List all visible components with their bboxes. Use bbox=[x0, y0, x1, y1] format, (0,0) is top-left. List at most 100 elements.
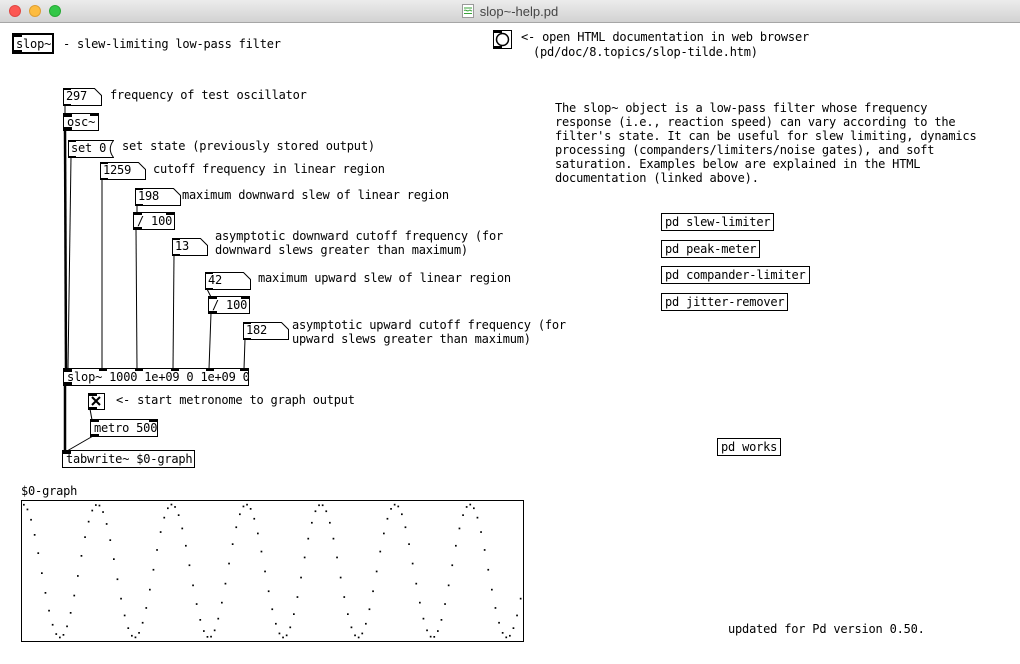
comment-upward-asymptotic-label: asymptotic upward cutoff frequency (for … bbox=[292, 318, 566, 346]
number-downward-asymptotic-label: 13 bbox=[175, 239, 189, 253]
comment-open-html-docs-label: <- open HTML documentation in web browse… bbox=[521, 30, 809, 44]
subpatch-compander-limiter[interactable]: pd compander-limiter bbox=[661, 266, 810, 284]
outlet-nub bbox=[68, 156, 76, 158]
outlet-nub bbox=[135, 204, 143, 206]
number-max-downward-slew-label: 198 bbox=[138, 189, 159, 203]
outlet-nub bbox=[243, 338, 251, 340]
inlet-nub bbox=[63, 88, 71, 90]
inlet-nub bbox=[206, 369, 214, 371]
inlet-nub bbox=[205, 272, 213, 274]
object-div-100-b[interactable]: / 100 bbox=[208, 296, 250, 314]
object-metro[interactable]: metro 500 bbox=[90, 419, 158, 437]
comment-graph-name-label: $0-graph bbox=[21, 484, 77, 498]
slop-title-object-box-label: slop~ bbox=[16, 37, 51, 51]
object-osc[interactable]: osc~ bbox=[63, 113, 99, 131]
inlet-nub bbox=[243, 322, 251, 324]
subpatch-peak-meter[interactable]: pd peak-meter bbox=[661, 240, 760, 258]
waveform-plot bbox=[22, 501, 523, 641]
comment-test-osc-frequency-label: frequency of test oscillator bbox=[110, 88, 307, 102]
message-set-0[interactable]: set 0 bbox=[68, 140, 114, 158]
number-upward-asymptotic-label: 182 bbox=[246, 323, 267, 337]
comment-upward-asymptotic: asymptotic upward cutoff frequency (for … bbox=[292, 318, 566, 346]
inlet-nub bbox=[240, 369, 248, 371]
object-tabwrite-label: tabwrite~ $0-graph bbox=[66, 452, 192, 466]
subpatch-slew-limiter[interactable]: pd slew-limiter bbox=[661, 213, 774, 231]
inlet-nub bbox=[64, 369, 72, 372]
inlet-nub bbox=[172, 238, 180, 240]
outlet-nub bbox=[134, 227, 142, 229]
message-cord bbox=[136, 229, 137, 369]
comment-cutoff-frequency-label: cutoff frequency in linear region bbox=[153, 162, 385, 176]
comment-doc-path-label: (pd/doc/8.topics/slop-tilde.htm) bbox=[533, 45, 758, 59]
outlet-nub bbox=[89, 407, 97, 409]
comment-set-state: set state (previously stored output) bbox=[122, 139, 375, 153]
inlet-nub bbox=[209, 297, 217, 299]
toggle-start-metronome[interactable] bbox=[88, 393, 105, 410]
inlet-nub bbox=[241, 297, 249, 299]
comment-slew-limiting-label: - slew-limiting low-pass filter bbox=[63, 37, 281, 51]
object-div-100-b-label: / 100 bbox=[212, 298, 247, 312]
outlet-nub bbox=[172, 254, 180, 256]
inlet-nub bbox=[99, 369, 107, 371]
inlet-nub bbox=[100, 162, 108, 164]
message-set-0-label: set 0 bbox=[71, 141, 106, 155]
signal-cord bbox=[65, 130, 66, 369]
comment-slew-limiting: - slew-limiting low-pass filter bbox=[63, 37, 281, 51]
outlet-nub bbox=[14, 50, 22, 52]
object-slop-label: slop~ 1000 1e+09 0 1e+09 0 bbox=[67, 370, 250, 384]
subpatch-jitter-remover[interactable]: pd jitter-remover bbox=[661, 293, 788, 311]
number-downward-asymptotic[interactable]: 13 bbox=[172, 238, 208, 256]
inlet-nub bbox=[149, 420, 157, 422]
subpatch-works-label: pd works bbox=[721, 440, 777, 454]
inlet-nub bbox=[134, 213, 142, 215]
message-cord bbox=[244, 339, 245, 369]
number-upward-asymptotic[interactable]: 182 bbox=[243, 322, 289, 340]
comment-test-osc-frequency: frequency of test oscillator bbox=[110, 88, 307, 102]
comment-version-label: updated for Pd version 0.50. bbox=[728, 622, 925, 636]
object-tabwrite[interactable]: tabwrite~ $0-graph bbox=[62, 450, 195, 468]
subpatch-works[interactable]: pd works bbox=[717, 438, 781, 456]
subpatch-jitter-remover-label: pd jitter-remover bbox=[665, 295, 784, 309]
number-cutoff-frequency[interactable]: 1259 bbox=[100, 162, 146, 180]
comment-start-metronome-label: <- start metronome to graph output bbox=[116, 393, 355, 407]
inlet-nub bbox=[91, 420, 99, 422]
inlet-nub bbox=[171, 369, 179, 371]
comment-max-downward-slew-label: maximum downward slew of linear region bbox=[182, 188, 449, 202]
object-slop[interactable]: slop~ 1000 1e+09 0 1e+09 0 bbox=[63, 368, 249, 386]
titlebar: slop~-help.pd bbox=[0, 0, 1020, 23]
outlet-nub bbox=[64, 127, 72, 130]
outlet-nub bbox=[494, 46, 502, 48]
outlet-nub bbox=[209, 311, 217, 313]
number-test-osc-frequency[interactable]: 297 bbox=[63, 88, 102, 106]
number-cutoff-frequency-label: 1259 bbox=[103, 163, 131, 177]
patch-canvas: slop~ - slew-limiting low-pass filter <- o… bbox=[0, 0, 1020, 664]
comment-doc-path: (pd/doc/8.topics/slop-tilde.htm) bbox=[533, 45, 758, 59]
comment-graph-name: $0-graph bbox=[21, 484, 77, 498]
slop-title-object-box[interactable]: slop~ bbox=[12, 33, 54, 54]
comment-description: The slop~ object is a low-pass filter wh… bbox=[555, 101, 976, 185]
comment-start-metronome: <- start metronome to graph output bbox=[116, 393, 355, 407]
comment-downward-asymptotic-label: asymptotic downward cutoff frequency (fo… bbox=[215, 229, 503, 257]
message-cord bbox=[67, 436, 93, 451]
outlet-nub bbox=[63, 104, 71, 106]
inlet-nub bbox=[14, 35, 22, 37]
number-max-upward-slew[interactable]: 42 bbox=[205, 272, 251, 290]
window-title: slop~-help.pd bbox=[480, 4, 558, 19]
object-div-100-a[interactable]: / 100 bbox=[133, 212, 175, 230]
comment-max-upward-slew-label: maximum upward slew of linear region bbox=[258, 271, 511, 285]
inlet-nub bbox=[494, 31, 502, 33]
inlet-nub bbox=[90, 114, 98, 116]
pd-file-icon bbox=[462, 4, 474, 18]
inlet-nub bbox=[135, 188, 143, 190]
subpatch-compander-limiter-label: pd compander-limiter bbox=[665, 268, 806, 282]
open-docs-bang[interactable] bbox=[493, 30, 512, 49]
inlet-nub bbox=[89, 394, 97, 396]
object-metro-label: metro 500 bbox=[94, 421, 157, 435]
object-div-100-a-label: / 100 bbox=[137, 214, 172, 228]
outlet-nub bbox=[91, 434, 99, 436]
inlet-nub bbox=[64, 114, 72, 117]
subpatch-slew-limiter-label: pd slew-limiter bbox=[665, 215, 770, 229]
comment-version: updated for Pd version 0.50. bbox=[728, 622, 925, 636]
message-cord bbox=[209, 313, 211, 369]
number-max-downward-slew[interactable]: 198 bbox=[135, 188, 181, 206]
